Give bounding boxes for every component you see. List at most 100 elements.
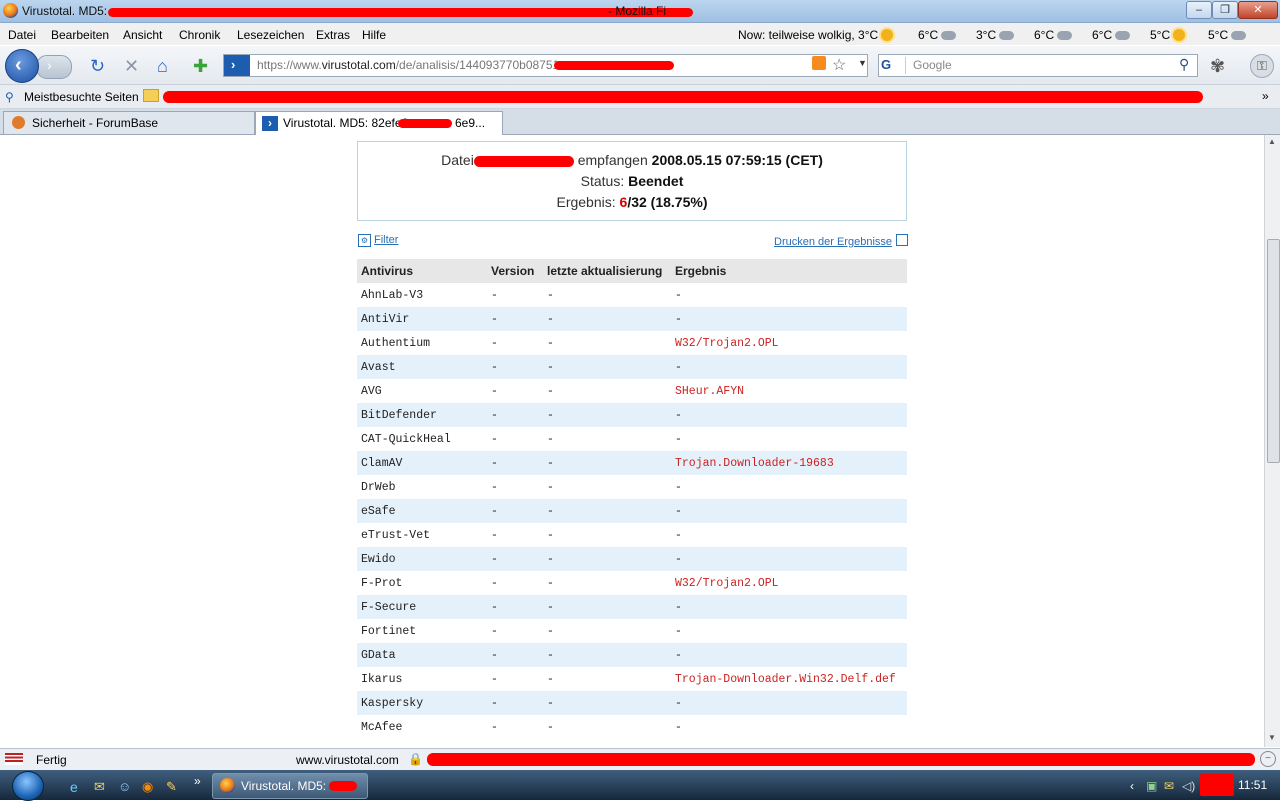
menu-ansicht[interactable]: Ansicht (123, 28, 162, 42)
add-bookmark-icon[interactable]: ✚ (193, 56, 208, 77)
sun-icon (881, 29, 894, 41)
cell-result: - (671, 355, 907, 379)
menu-bearbeiten[interactable]: Bearbeiten (51, 28, 109, 42)
table-row: eTrust-Vet - - - (357, 523, 907, 547)
search-icon[interactable]: ⚲ (1179, 56, 1189, 73)
table-row: CAT-QuickHeal - - - (357, 427, 907, 451)
results-table: Antivirus Version letzte aktualisierung … (357, 259, 907, 739)
table-row: AhnLab-V3 - - - (357, 283, 907, 307)
detection-ratio: /32 (18.75%) (627, 194, 708, 210)
stop-icon[interactable]: ✕ (124, 56, 139, 77)
start-button[interactable] (12, 771, 44, 801)
cell-result: - (675, 624, 682, 638)
maximize-button[interactable]: ❐ (1212, 1, 1238, 19)
redaction-mark (427, 753, 1255, 766)
volume-icon[interactable]: ◁) (1182, 779, 1195, 793)
cell-av: Ikarus (361, 672, 403, 686)
url-bar[interactable]: › https://www.virustotal.com/de/analisis… (223, 54, 868, 77)
quicklaunch-overflow-icon[interactable]: » (194, 774, 201, 788)
menu-bar: Datei Bearbeiten Ansicht Chronik Lesezei… (0, 23, 1280, 45)
firefox-quicklaunch-icon[interactable]: ◉ (142, 779, 153, 795)
weather-day-1[interactable]: 6°C (918, 28, 957, 42)
redaction-mark (1200, 774, 1234, 796)
table-row: Fortinet - - - (357, 619, 907, 643)
forumbase-favicon (12, 116, 25, 129)
tray-app-icon[interactable]: ✉ (1164, 779, 1174, 793)
col-version[interactable]: Version (487, 259, 543, 283)
search-box[interactable]: G Google ⚲ (878, 54, 1198, 77)
col-last-update[interactable]: letzte aktualisierung (543, 259, 671, 283)
summary-result-row: Ergebnis: 6/32 (18.75%) (556, 194, 708, 210)
filter-link[interactable]: ⚙ Filter (358, 234, 398, 247)
tab-label: Virustotal. MD5: 82efe6 (283, 116, 409, 130)
google-engine-icon[interactable]: G (881, 57, 906, 74)
cell-update: - (543, 595, 671, 619)
lock-icon[interactable]: ⚿ (1250, 54, 1274, 78)
bookmark-folder-icon[interactable] (143, 89, 159, 105)
print-results-link[interactable]: Drucken der Ergebnisse (774, 234, 909, 248)
messenger-icon[interactable]: ☺ (118, 779, 131, 794)
minimize-button[interactable]: – (1186, 1, 1212, 19)
cell-av: Avast (357, 355, 487, 379)
weather-temp: 6°C (1092, 28, 1113, 42)
cell-update: - (547, 624, 554, 638)
taskbar-firefox-task[interactable]: Virustotal. MD5: (212, 773, 368, 799)
weather-day-6[interactable]: 5°C (1208, 28, 1247, 42)
bookmarks-toolbar: ⚲ Meistbesuchte Seiten » (0, 85, 1280, 109)
back-button[interactable]: ‹ (5, 49, 39, 83)
cell-version: - (491, 432, 498, 446)
taskbar-clock[interactable]: 11:51 (1238, 778, 1267, 792)
menu-hilfe[interactable]: Hilfe (362, 28, 386, 42)
cell-update: - (547, 288, 554, 302)
padlock-icon[interactable]: 🔒 (408, 752, 423, 766)
menu-chronik[interactable]: Chronik (179, 28, 220, 42)
weather-day-4[interactable]: 6°C (1092, 28, 1131, 42)
cell-result: - (671, 499, 907, 523)
cell-result: - (675, 432, 682, 446)
cell-version: - (487, 355, 543, 379)
us-flag-icon (5, 753, 23, 765)
menu-lesezeichen[interactable]: Lesezeichen (237, 28, 304, 42)
col-antivirus[interactable]: Antivirus (357, 259, 487, 283)
url-text[interactable]: https://www.virustotal.com/de/analisis/1… (257, 58, 559, 72)
vertical-scrollbar[interactable]: ▲ ▼ (1264, 135, 1280, 747)
weather-now[interactable]: Now: teilweise wolkig, 3°C (738, 28, 894, 42)
scroll-down-icon[interactable]: ▼ (1268, 733, 1276, 742)
star-bookmark-icon[interactable]: ☆ (832, 55, 846, 75)
cell-update: - (547, 672, 554, 686)
weather-temp: 5°C (1150, 28, 1171, 42)
menu-datei[interactable]: Datei (8, 28, 36, 42)
status-options-icon[interactable]: − (1260, 751, 1276, 767)
cell-result: - (675, 480, 682, 494)
cell-update: - (543, 499, 671, 523)
cell-av: DrWeb (361, 480, 396, 494)
weather-day-3[interactable]: 6°C (1034, 28, 1073, 42)
close-button[interactable]: ✕ (1238, 1, 1278, 19)
site-identity-icon[interactable]: › (224, 55, 250, 76)
weather-day-2[interactable]: 3°C (976, 28, 1015, 42)
rss-feed-icon[interactable] (812, 56, 826, 70)
cell-result: - (671, 547, 907, 571)
rain-cloud-icon (1115, 31, 1131, 40)
home-icon[interactable]: ⌂ (157, 56, 168, 77)
addon-icon[interactable]: ✾ (1210, 56, 1225, 77)
ie-icon[interactable]: e (70, 779, 78, 795)
forward-button[interactable]: › (36, 55, 72, 79)
weather-day-5[interactable]: 5°C (1150, 28, 1186, 42)
url-dropdown-icon[interactable]: ▼ (858, 58, 867, 68)
scrollbar-thumb[interactable] (1267, 239, 1280, 463)
mail-icon[interactable]: ✉ (94, 779, 105, 795)
tab-forumbase[interactable]: Sicherheit - ForumBase (3, 111, 255, 134)
bookmark-most-visited[interactable]: Meistbesuchte Seiten (24, 90, 139, 104)
quicklaunch-app-icon[interactable]: ✎ (166, 779, 177, 795)
tab-virustotal[interactable]: › Virustotal. MD5: 82efe6 6e9... (255, 111, 503, 135)
reload-icon[interactable]: ↻ (90, 56, 105, 77)
table-row: Kaspersky - - - (357, 691, 907, 715)
bookmarks-overflow-icon[interactable]: » (1262, 89, 1269, 103)
menu-extras[interactable]: Extras (316, 28, 350, 42)
tray-expand-icon[interactable]: ‹ (1130, 779, 1134, 793)
scroll-up-icon[interactable]: ▲ (1268, 137, 1276, 146)
col-result[interactable]: Ergebnis (671, 259, 907, 283)
cell-update: - (547, 384, 554, 398)
network-tray-icon[interactable]: ▣ (1146, 779, 1157, 793)
